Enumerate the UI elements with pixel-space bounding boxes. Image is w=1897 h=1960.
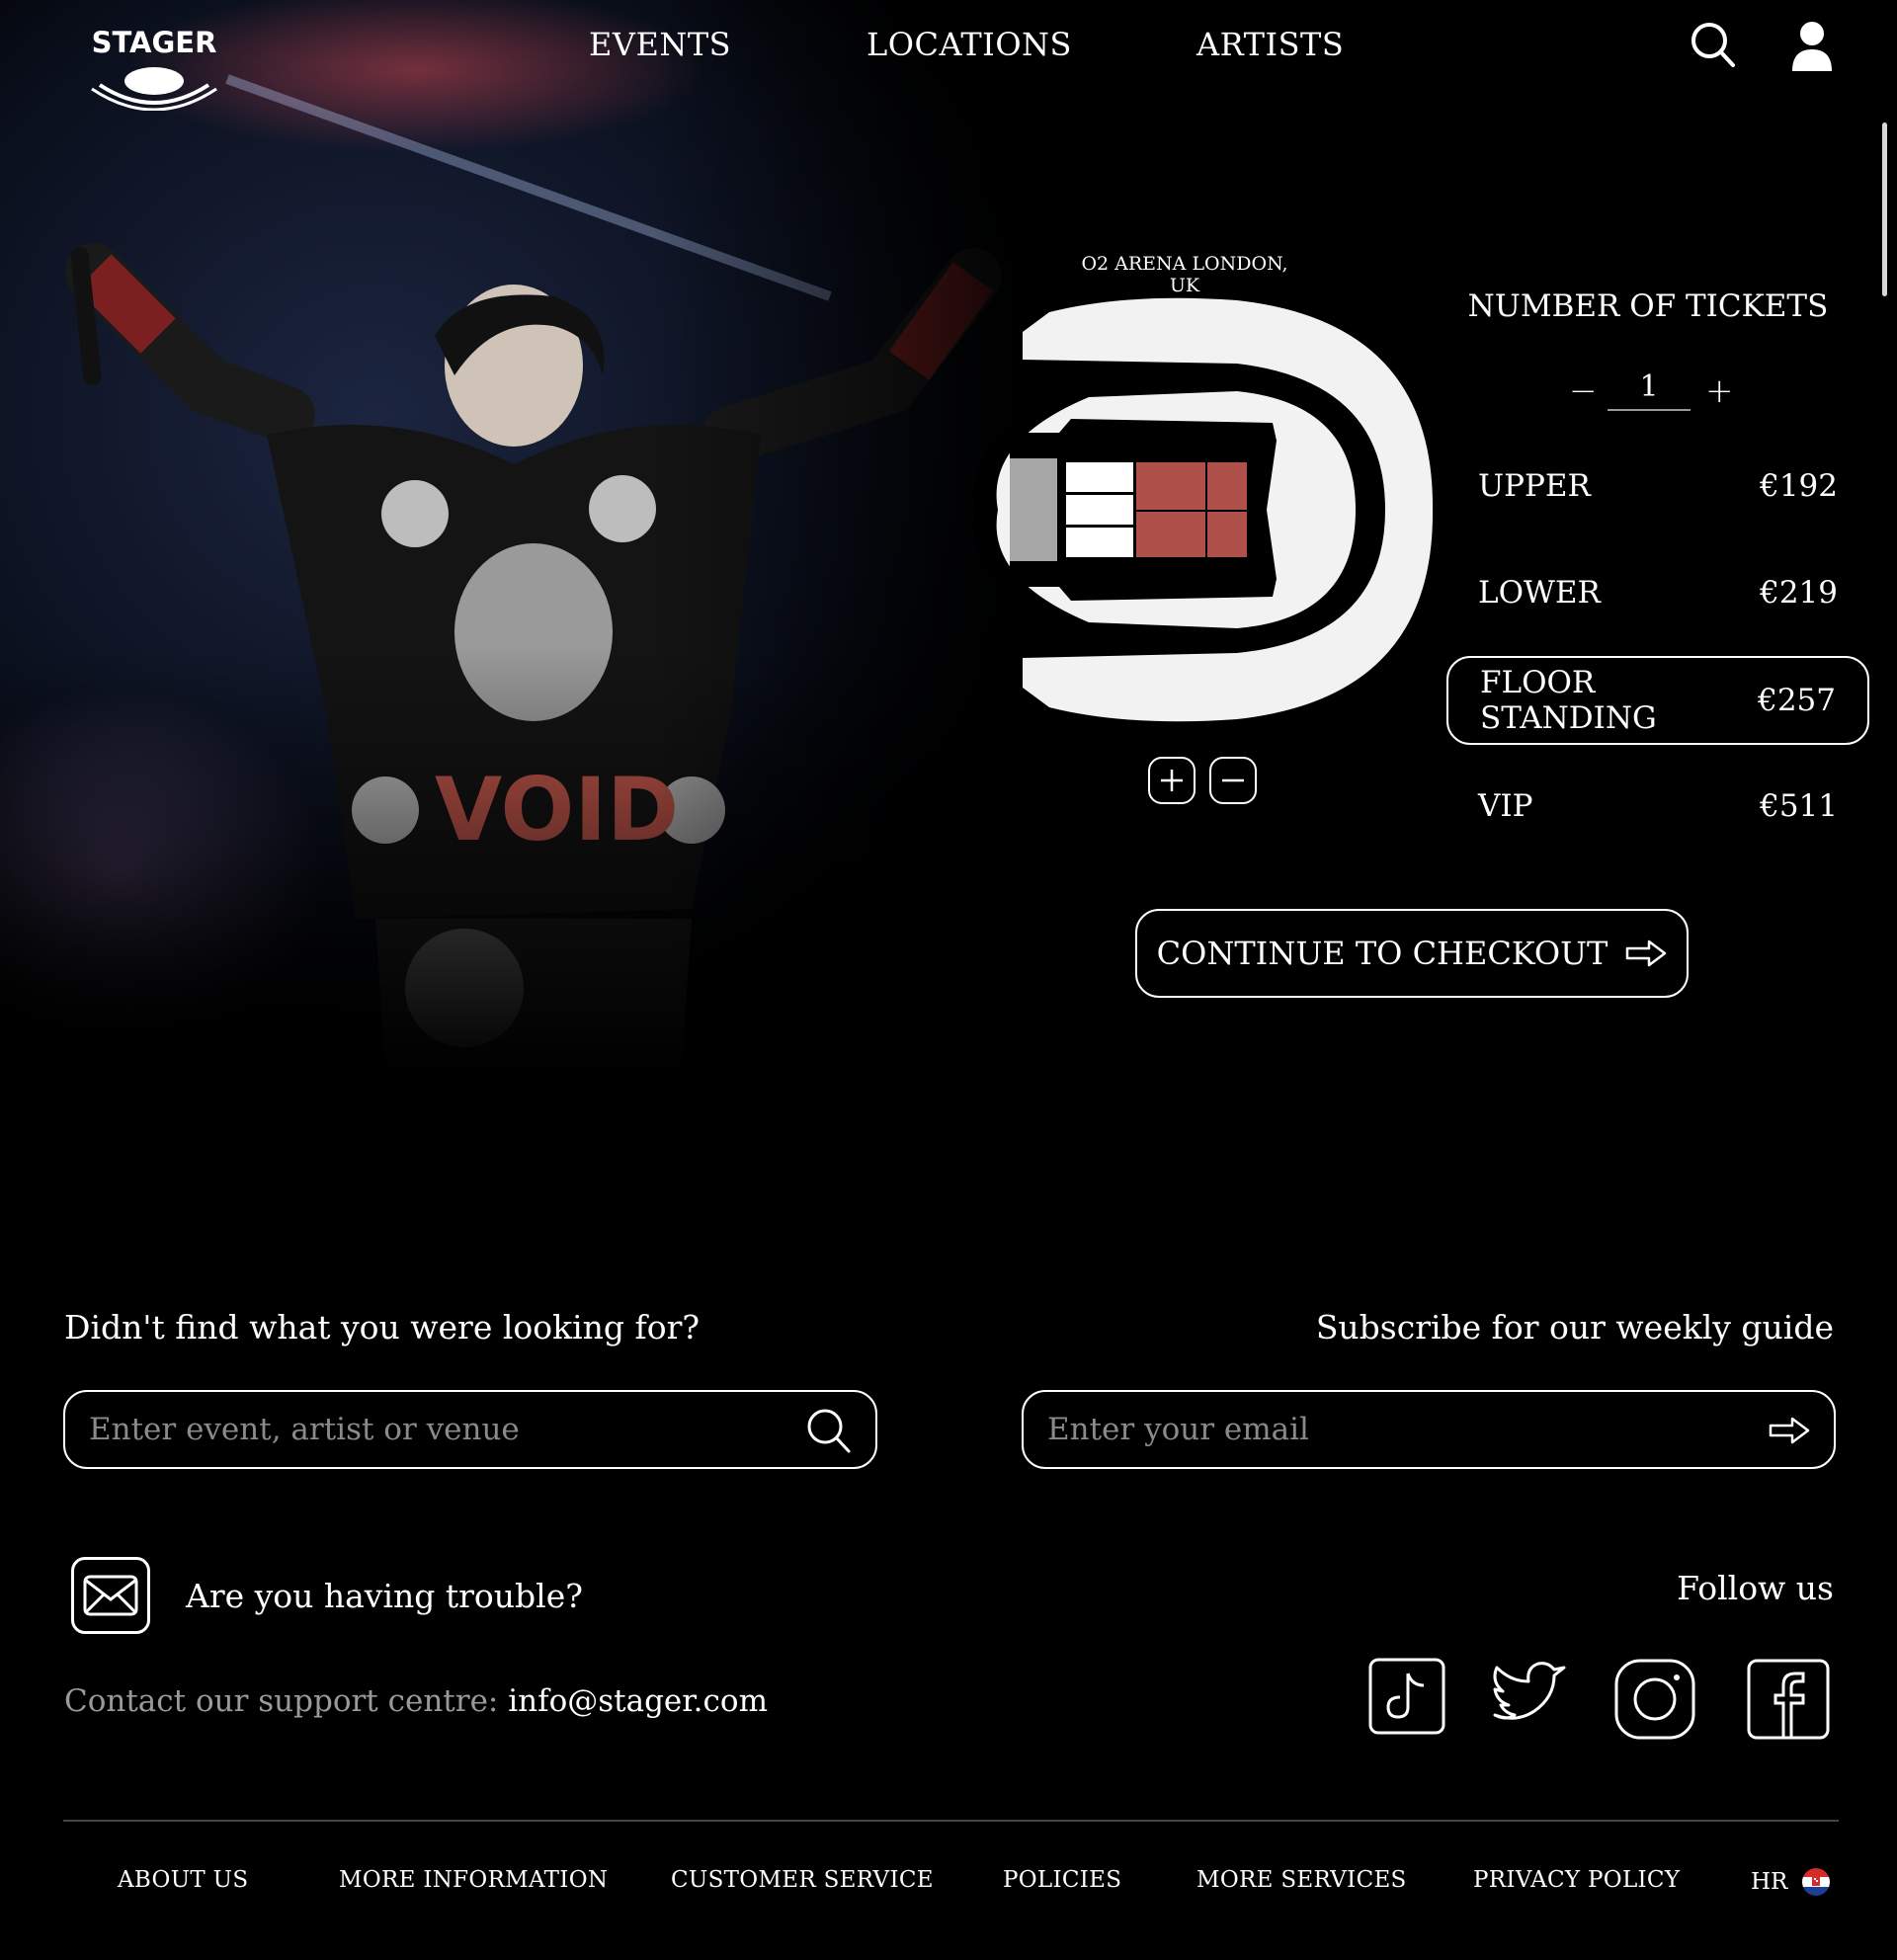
contact-text: Contact our support centre: info@stager.… bbox=[64, 1683, 768, 1719]
footer-link-policies[interactable]: POLICIES bbox=[1003, 1867, 1121, 1893]
email-input[interactable] bbox=[1024, 1392, 1834, 1467]
top-navigation: STAGER EVENTS LOCATIONS ARTISTS bbox=[0, 0, 1897, 111]
contact-prefix: Contact our support centre: bbox=[64, 1683, 509, 1719]
search-heading: Didn't find what you were looking for? bbox=[64, 1308, 701, 1347]
search-icon[interactable] bbox=[806, 1408, 852, 1459]
venue-label: O2 ARENA LONDON, UK bbox=[1081, 253, 1288, 296]
floor-section[interactable] bbox=[1066, 462, 1133, 492]
instagram-icon[interactable] bbox=[1613, 1658, 1696, 1745]
footer-link-privacy-policy[interactable]: PRIVACY POLICY bbox=[1473, 1867, 1680, 1893]
tier-name: FLOOR STANDING bbox=[1480, 665, 1657, 736]
selected-section[interactable] bbox=[1136, 512, 1205, 557]
croatia-flag-icon bbox=[1802, 1868, 1831, 1896]
quantity-increase-button[interactable]: + bbox=[1705, 371, 1734, 411]
subscribe-email-field[interactable] bbox=[1022, 1390, 1836, 1469]
user-icon[interactable] bbox=[1790, 20, 1834, 79]
minus-icon bbox=[1222, 778, 1244, 782]
zoom-out-button[interactable] bbox=[1209, 757, 1257, 804]
footer-search-input[interactable] bbox=[65, 1392, 875, 1467]
tier-price: €257 bbox=[1758, 683, 1836, 718]
logo-text: STAGER bbox=[91, 26, 217, 59]
twitter-icon[interactable] bbox=[1487, 1658, 1570, 1739]
contact-email-link[interactable]: info@stager.com bbox=[508, 1683, 768, 1719]
tier-price: €219 bbox=[1760, 575, 1838, 611]
venue-seating-map[interactable] bbox=[970, 292, 1437, 727]
tickets-title: NUMBER OF TICKETS bbox=[1467, 288, 1829, 324]
nav-locations[interactable]: LOCATIONS bbox=[866, 26, 1072, 63]
trouble-text: Are you having trouble? bbox=[186, 1577, 583, 1615]
footer-divider bbox=[63, 1820, 1839, 1822]
footer-search-field[interactable] bbox=[63, 1390, 877, 1469]
subscribe-heading: Subscribe for our weekly guide bbox=[1315, 1308, 1834, 1347]
stage-logo-icon bbox=[91, 67, 217, 111]
zoom-in-button[interactable] bbox=[1148, 757, 1196, 804]
checkout-label: CONTINUE TO CHECKOUT bbox=[1156, 935, 1608, 972]
nav-artists[interactable]: ARTISTS bbox=[1196, 26, 1344, 63]
footer-link-more-services[interactable]: MORE SERVICES bbox=[1196, 1867, 1407, 1893]
arrow-right-icon bbox=[1626, 939, 1667, 967]
tier-name: LOWER bbox=[1478, 575, 1601, 611]
facebook-icon[interactable] bbox=[1746, 1658, 1831, 1745]
quantity-decrease-button[interactable]: − bbox=[1569, 371, 1598, 411]
tier-upper[interactable]: UPPER €192 bbox=[1446, 442, 1869, 531]
selected-section[interactable] bbox=[1207, 512, 1247, 557]
scrollbar[interactable] bbox=[1882, 122, 1887, 296]
floor-section[interactable] bbox=[1066, 528, 1133, 557]
tier-floor-standing[interactable]: FLOOR STANDING €257 bbox=[1446, 656, 1869, 745]
floor-section[interactable] bbox=[1066, 495, 1133, 525]
stager-logo[interactable]: STAGER bbox=[85, 26, 223, 115]
stage bbox=[1010, 458, 1057, 561]
follow-heading: Follow us bbox=[1677, 1569, 1834, 1607]
plus-icon bbox=[1161, 770, 1183, 791]
tier-name: VIP bbox=[1478, 788, 1533, 824]
tier-price: €192 bbox=[1760, 468, 1838, 504]
performer-illustration: VOID bbox=[65, 74, 1002, 1067]
nav-events[interactable]: EVENTS bbox=[589, 26, 731, 63]
arrow-right-icon[interactable] bbox=[1769, 1416, 1810, 1449]
search-icon[interactable] bbox=[1690, 20, 1737, 75]
language-code: HR bbox=[1751, 1869, 1788, 1895]
footer-link-more-information[interactable]: MORE INFORMATION bbox=[339, 1867, 608, 1893]
selected-section[interactable] bbox=[1207, 462, 1247, 510]
hero-image: VOID bbox=[0, 0, 1087, 1077]
svg-text:VOID: VOID bbox=[435, 759, 679, 860]
tier-price: €511 bbox=[1760, 788, 1838, 824]
footer-link-customer-service[interactable]: CUSTOMER SERVICE bbox=[671, 1867, 934, 1893]
tiktok-icon[interactable] bbox=[1368, 1658, 1445, 1739]
mail-icon[interactable] bbox=[71, 1557, 150, 1634]
footer-link-about-us[interactable]: ABOUT US bbox=[118, 1867, 248, 1893]
quantity-input[interactable]: 1 bbox=[1608, 369, 1691, 411]
tier-lower[interactable]: LOWER €219 bbox=[1446, 548, 1869, 637]
selected-section[interactable] bbox=[1136, 462, 1205, 510]
tier-vip[interactable]: VIP €511 bbox=[1446, 762, 1869, 851]
language-selector[interactable]: HR bbox=[1751, 1867, 1831, 1897]
checkout-button[interactable]: CONTINUE TO CHECKOUT bbox=[1135, 909, 1689, 998]
tier-name: UPPER bbox=[1478, 468, 1591, 504]
